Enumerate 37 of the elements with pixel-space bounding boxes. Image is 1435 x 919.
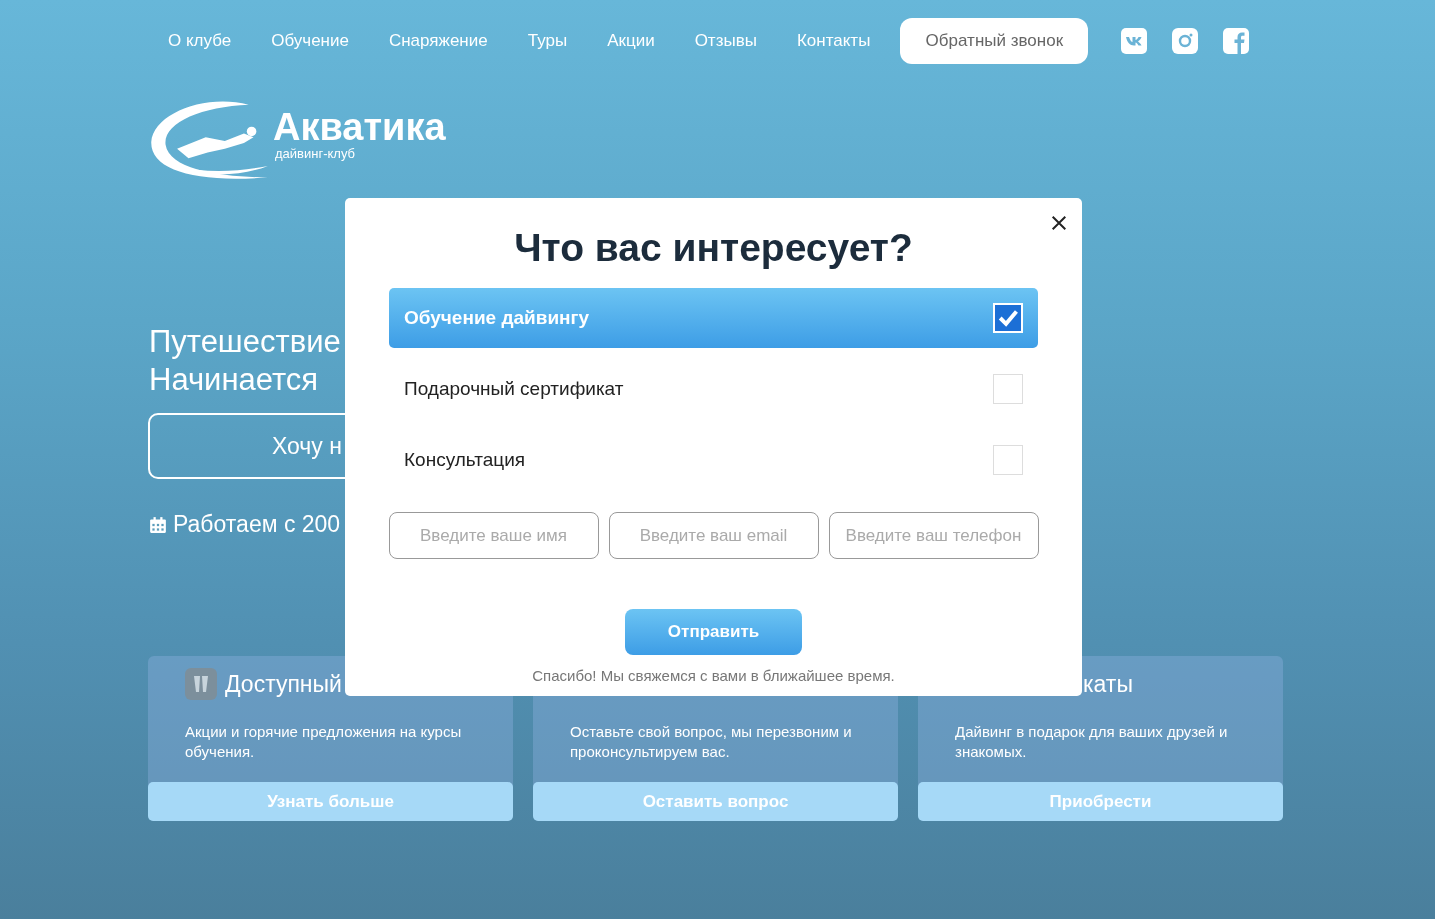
- checkbox[interactable]: [993, 374, 1023, 404]
- nav-link[interactable]: Туры: [527, 31, 568, 51]
- card-text: Оставьте свой вопрос, мы перезвоним и проконсультируем вас.: [570, 722, 853, 762]
- card-title: Доступный: [225, 670, 342, 698]
- since-text: Работаем с 200: [173, 511, 341, 538]
- card-button[interactable]: Узнать больше: [148, 782, 513, 821]
- callback-button[interactable]: Обратный звонок: [900, 18, 1089, 64]
- nav-link[interactable]: Контакты: [796, 31, 871, 51]
- input-field[interactable]: Введите ваш email: [608, 512, 819, 559]
- modal-title: Что вас интересует?: [514, 226, 913, 270]
- thanks-note: Спасибо! Мы свяжемся с вами в ближайшее время.: [532, 667, 895, 684]
- vk-icon[interactable]: [1121, 28, 1148, 54]
- close-icon[interactable]: [1050, 214, 1068, 232]
- logo-name: Акватика: [273, 107, 446, 147]
- nav-link[interactable]: О клубе: [168, 31, 232, 51]
- submit-button[interactable]: Отправить: [625, 609, 802, 655]
- facebook-icon[interactable]: [1223, 28, 1250, 54]
- calendar-icon: [149, 515, 167, 534]
- instagram-icon[interactable]: [1172, 28, 1199, 54]
- hero-title-line: Путешествие: [149, 323, 341, 361]
- nav-link[interactable]: Обучение: [271, 31, 349, 51]
- hero-title-line: Начинается: [149, 361, 319, 399]
- option-row[interactable]: Обучение дайвингу: [389, 288, 1038, 348]
- card-text: Дайвинг в подарок для ваших друзей и знакомых.: [955, 722, 1229, 762]
- card-title: каты: [1083, 670, 1133, 698]
- input-field[interactable]: Введите ваш телефон: [828, 512, 1039, 559]
- nav-link[interactable]: Снаряжение: [388, 31, 488, 51]
- card-text: Акции и горячие предложения на курсы обучения.: [185, 722, 463, 762]
- nav-link[interactable]: Отзывы: [694, 31, 757, 51]
- checkbox[interactable]: [993, 445, 1023, 475]
- option-row[interactable]: Подарочный сертификат: [389, 359, 1038, 419]
- option-row[interactable]: Консультация: [389, 430, 1038, 490]
- nav-link[interactable]: Акции: [607, 31, 655, 51]
- input-field[interactable]: Введите ваше имя: [388, 512, 599, 559]
- card-button[interactable]: Приобрести: [918, 782, 1283, 821]
- card-button[interactable]: Оставить вопрос: [533, 782, 898, 821]
- logo-tagline: дайвинг-клуб: [275, 147, 356, 160]
